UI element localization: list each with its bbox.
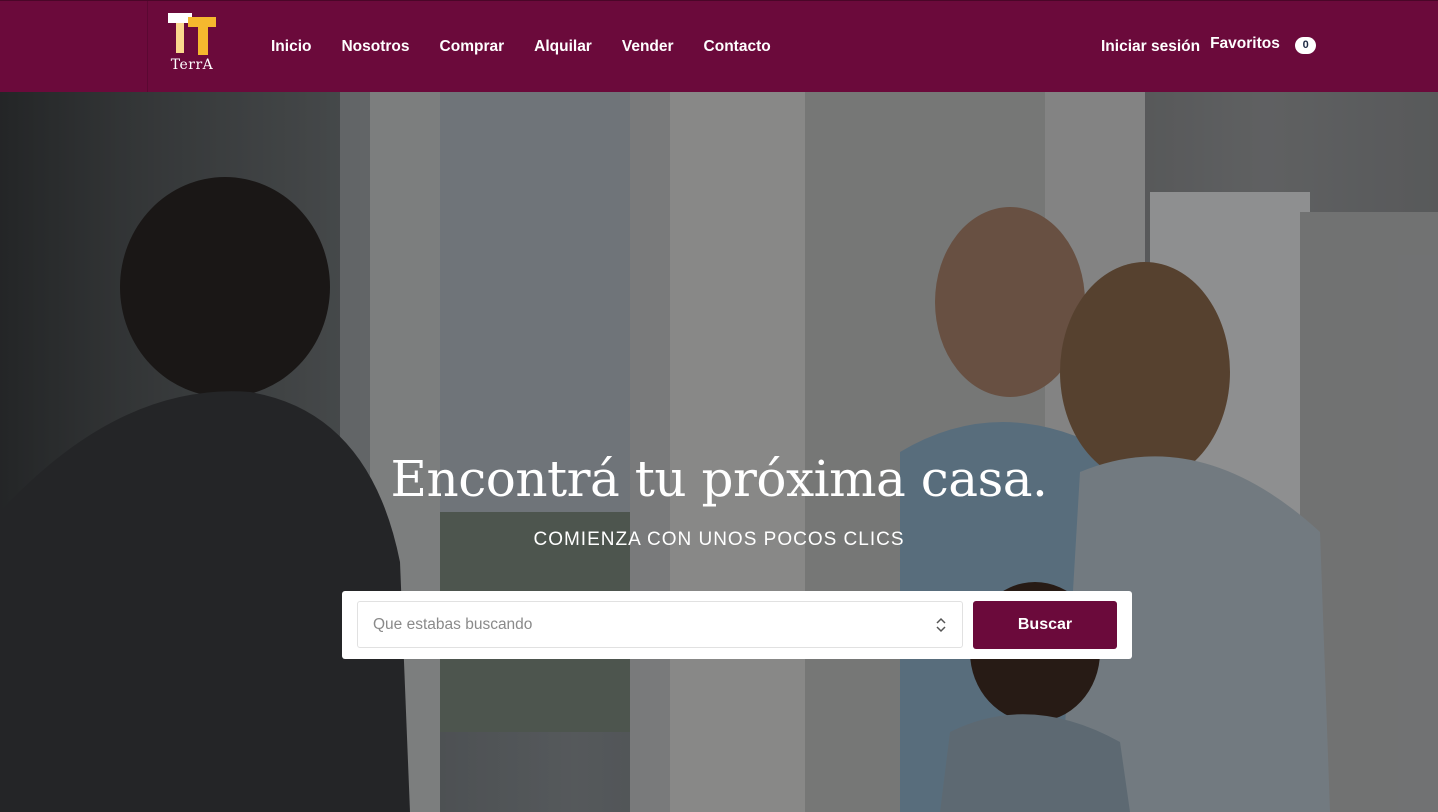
- hero-subtitle: COMIENZA CON UNOS POCOS CLICS: [533, 529, 905, 550]
- nav-item-nosotros[interactable]: Nosotros: [341, 38, 409, 56]
- favorites-label: Favoritos: [1210, 35, 1280, 52]
- search-select[interactable]: Que estabas buscando: [357, 601, 963, 648]
- hero-section: Encontrá tu próxima casa. COMIENZA CON U…: [0, 92, 1438, 812]
- nav-item-inicio[interactable]: Inicio: [271, 38, 311, 56]
- search-select-placeholder: Que estabas buscando: [373, 616, 533, 633]
- nav-item-contacto[interactable]: Contacto: [704, 38, 771, 56]
- nav-item-vender[interactable]: Vender: [622, 38, 674, 56]
- header-divider: [147, 1, 148, 93]
- terra-logo[interactable]: TerrA: [164, 11, 220, 77]
- nav-item-alquilar[interactable]: Alquilar: [534, 38, 592, 56]
- favorites-count-badge: 0: [1295, 37, 1317, 54]
- search-button[interactable]: Buscar: [973, 601, 1117, 649]
- logo-icon: [168, 13, 216, 55]
- site-header: TerrA Inicio Nosotros Comprar Alquilar V…: [0, 0, 1438, 93]
- main-nav: Inicio Nosotros Comprar Alquilar Vender …: [271, 38, 771, 56]
- nav-item-comprar[interactable]: Comprar: [440, 38, 505, 56]
- hero-title: Encontrá tu próxima casa.: [390, 450, 1048, 508]
- search-box: Que estabas buscando Buscar: [342, 591, 1132, 659]
- chevron-up-down-icon: [936, 617, 946, 633]
- login-link[interactable]: Iniciar sesión: [1101, 38, 1200, 56]
- header-actions: Iniciar sesión Favoritos 0: [1101, 35, 1317, 56]
- logo-text: TerrA: [170, 57, 214, 73]
- favorites-link[interactable]: Favoritos 0: [1210, 35, 1317, 54]
